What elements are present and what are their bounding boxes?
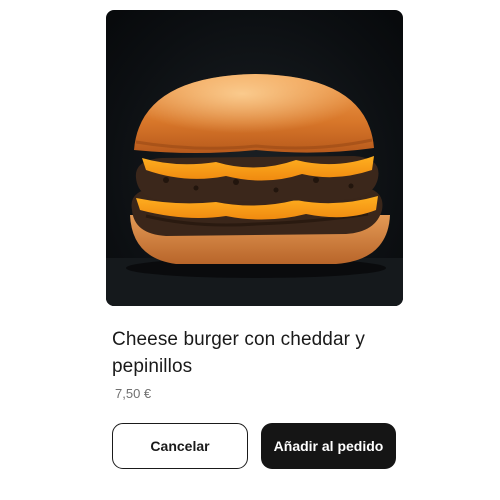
add-to-order-button[interactable]: Añadir al pedido bbox=[261, 423, 396, 469]
product-dialog: Cheese burger con cheddar y pepinillos 7… bbox=[0, 0, 500, 500]
cancel-button[interactable]: Cancelar bbox=[112, 423, 248, 469]
product-image bbox=[106, 10, 403, 306]
burger-illustration bbox=[106, 74, 403, 306]
product-title: Cheese burger con cheddar y pepinillos bbox=[112, 329, 366, 377]
product-price: 7,50 € bbox=[115, 386, 152, 401]
